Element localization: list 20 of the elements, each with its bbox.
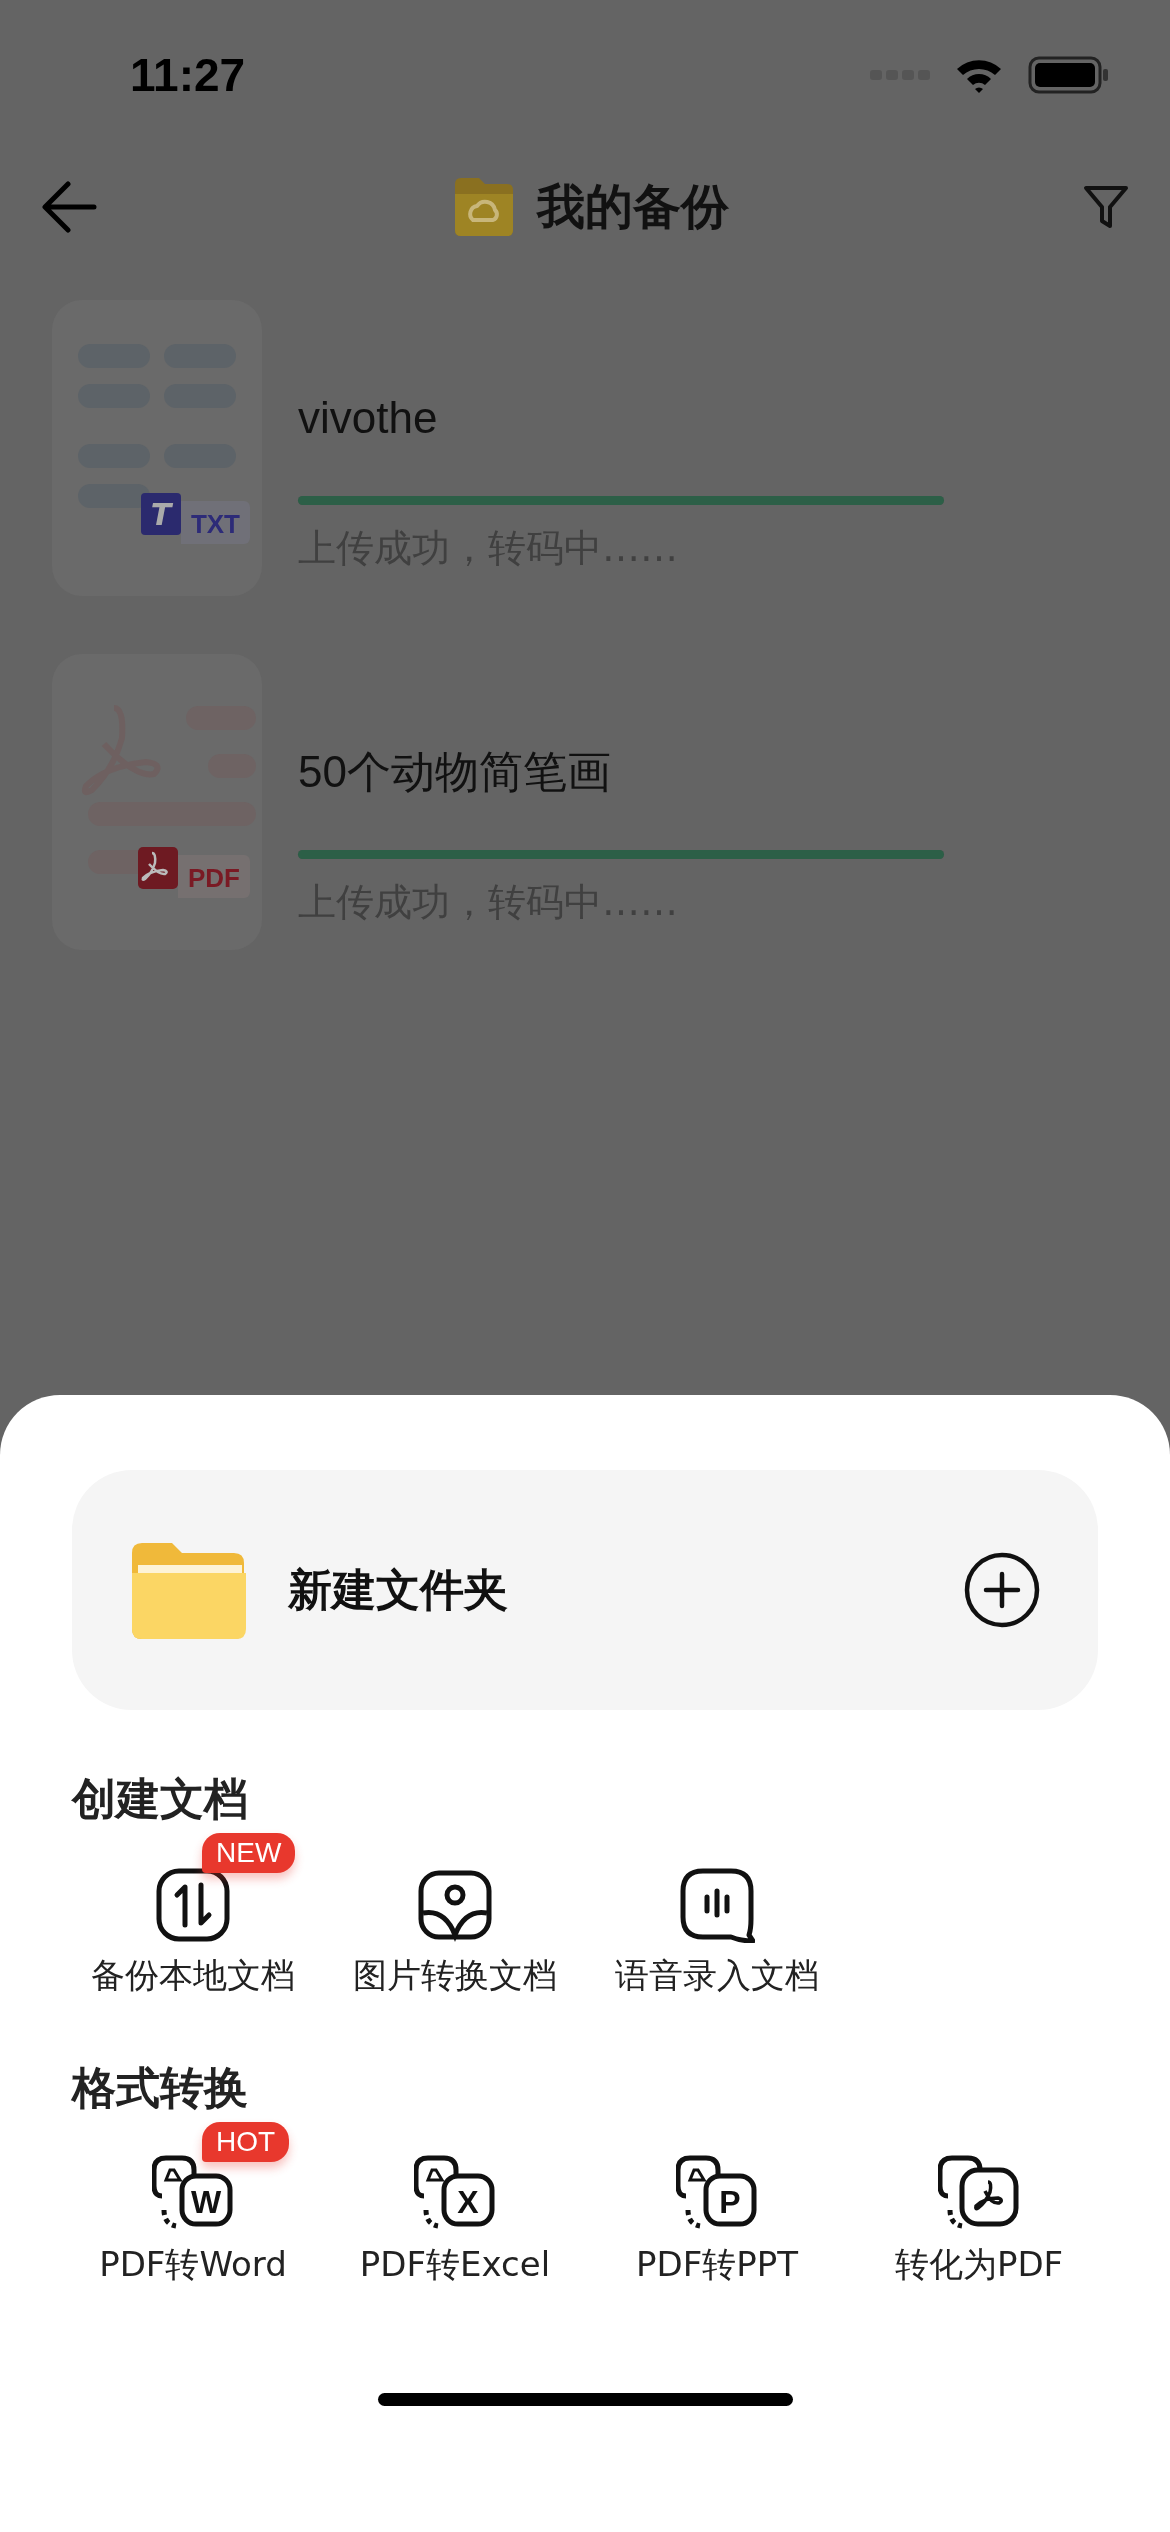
section-title: 格式转换	[72, 2061, 249, 2115]
filter-icon[interactable]	[1082, 183, 1130, 231]
page-title: 我的备份	[537, 177, 729, 236]
voice-message-icon	[679, 1867, 755, 1943]
tool-button[interactable]: X PDF转Excel	[324, 2152, 586, 2288]
add-circle-icon	[964, 1552, 1040, 1628]
tool-button[interactable]: 转化为PDF	[848, 2152, 1110, 2288]
tag-label: HOT	[202, 2122, 290, 2162]
tag-label: NEW	[202, 1833, 296, 1873]
tool-button[interactable]: 语音录入文档	[586, 1863, 848, 1999]
tool-button[interactable]: 图片转换文档	[324, 1863, 586, 1999]
up-down-arrows-icon	[155, 1867, 231, 1943]
section-title: 创建文档	[72, 1772, 249, 1826]
new-folder-button[interactable]: 新建文件夹	[72, 1470, 1098, 1710]
back-arrow-icon[interactable]	[40, 181, 98, 233]
status-time: 11:27	[130, 48, 246, 102]
file-name: vivothe	[298, 392, 439, 444]
battery-icon	[1028, 56, 1110, 94]
file-name: 50个动物简笔画	[298, 746, 612, 798]
tool-button[interactable]: P PDF转PPT	[586, 2152, 848, 2288]
